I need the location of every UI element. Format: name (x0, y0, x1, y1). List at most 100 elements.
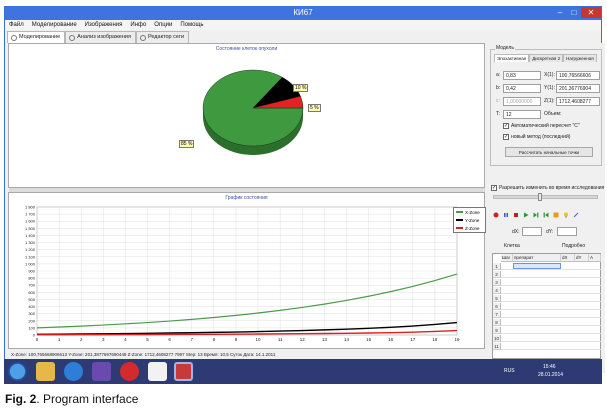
table-row-header[interactable]: 6 (493, 303, 501, 310)
auto-recalc-checkbox[interactable]: ✓ Автоматический пересчет "C" (503, 123, 580, 129)
table-row[interactable] (501, 287, 601, 294)
table-row[interactable] (501, 343, 601, 350)
legend-item-z: Z-Zone (454, 224, 485, 232)
opera-icon[interactable] (120, 362, 139, 381)
x-tick-label: 19 (454, 337, 460, 342)
wand-icon[interactable] (573, 212, 579, 218)
figure-caption-text: . Program interface (36, 392, 139, 406)
subtab-discrete[interactable]: Дискретная 2 (529, 54, 564, 62)
menu-file[interactable]: Файл (9, 20, 24, 30)
field-b[interactable]: 0,42 (503, 84, 541, 93)
table-row[interactable] (501, 263, 601, 270)
y-tick-label: 1 500 (25, 226, 36, 231)
table-row-header[interactable]: 2 (493, 271, 501, 278)
x-tick-label: 16 (388, 337, 394, 342)
menu-info[interactable]: Инфо (130, 20, 146, 30)
lightbulb-icon[interactable] (563, 212, 569, 218)
field-c[interactable]: 1,00000000 (503, 97, 541, 106)
menu-help[interactable]: Помощь (180, 20, 203, 30)
language-indicator[interactable]: RUS (504, 368, 515, 374)
field-y1[interactable]: 201,36776904 (556, 84, 600, 93)
file-explorer-icon[interactable] (36, 362, 55, 381)
table-header-drug[interactable]: препарат (513, 254, 561, 262)
field-label-t: T: (496, 111, 500, 117)
main-tabs: Моделирование Анализ изображения Редакто… (7, 31, 190, 43)
cell-group-title: Клетка (504, 243, 520, 249)
x-tick-label: 6 (168, 337, 171, 342)
table-header-step[interactable]: Шаг (501, 254, 513, 262)
table-row[interactable] (501, 319, 601, 326)
tab-label: Моделирование (19, 34, 61, 40)
internet-explorer-icon[interactable] (64, 362, 83, 381)
step-icon[interactable] (533, 212, 539, 218)
table-row[interactable] (501, 303, 601, 310)
clock-date[interactable]: 28.01.2014 (538, 372, 563, 378)
field-t[interactable]: 12 (503, 110, 541, 119)
table-row[interactable] (501, 335, 601, 342)
reset-points-button[interactable]: Рассчитать начальные точки (505, 147, 593, 157)
dy-field[interactable] (557, 227, 577, 236)
document-icon[interactable] (148, 362, 167, 381)
legend-swatch-y (456, 219, 463, 221)
table-header-a[interactable]: A (589, 254, 601, 262)
maximize-button[interactable]: □ (567, 7, 581, 18)
clock-time[interactable]: 15:46 (543, 364, 556, 370)
speed-slider[interactable] (493, 195, 598, 199)
pie-label-red: 5 % (308, 104, 321, 112)
slider-thumb[interactable] (538, 193, 542, 201)
right-panel: Модель Эпохактивная Дискретная 2 Нагруже… (488, 43, 605, 373)
table-row-header[interactable]: 8 (493, 319, 501, 326)
table-row[interactable] (501, 311, 601, 318)
close-button[interactable]: ✕ (581, 7, 601, 18)
rewind-icon[interactable] (543, 212, 549, 218)
menu-images[interactable]: Изображения (85, 20, 123, 30)
record-icon[interactable] (493, 212, 499, 218)
tab-image-analysis[interactable]: Анализ изображения (65, 31, 136, 43)
play-icon[interactable] (523, 212, 529, 218)
table-row-header[interactable]: 1 (493, 263, 501, 270)
pause-icon[interactable] (503, 212, 509, 218)
field-label-volume: Объем: (544, 111, 562, 117)
menu-modeling[interactable]: Моделирование (32, 20, 77, 30)
windows-start-icon[interactable] (8, 362, 27, 381)
checkbox-checked: ✓ (503, 123, 509, 129)
dx-field[interactable] (522, 227, 542, 236)
table-row[interactable] (501, 279, 601, 286)
table-header-dx[interactable]: dX (561, 254, 575, 262)
table-row[interactable] (501, 327, 601, 334)
table-row-header[interactable]: 7 (493, 311, 501, 318)
visual-studio-icon[interactable] (92, 362, 111, 381)
x-tick-label: 14 (344, 337, 350, 342)
tab-editor[interactable]: Редактор сеги (135, 31, 190, 43)
table-header-dy[interactable]: dY (575, 254, 589, 262)
field-x1[interactable]: 100,76566606 (556, 71, 600, 80)
table-row-header[interactable]: 5 (493, 295, 501, 302)
x-tick-label: 10 (256, 337, 262, 342)
x-tick-label: 7 (190, 337, 193, 342)
title-bar[interactable]: КИ67 – □ ✕ (5, 7, 601, 20)
y-tick-label: 1 600 (25, 219, 36, 224)
field-z1[interactable]: 1712,4608277 (556, 97, 600, 106)
x-tick-label: 18 (432, 337, 438, 342)
y-tick-label: 200 (28, 318, 35, 323)
minimize-button[interactable]: – (553, 7, 567, 18)
app-icon[interactable] (174, 362, 193, 381)
subtab-loaded[interactable]: Нагруженная (563, 54, 597, 62)
tab-modeling[interactable]: Моделирование (7, 31, 66, 43)
dy-label: dY: (546, 229, 554, 235)
table-row-header[interactable]: 10 (493, 335, 501, 342)
table-row[interactable] (501, 271, 601, 278)
table-row-header[interactable]: 9 (493, 327, 501, 334)
table-row-header[interactable]: 11 (493, 343, 501, 350)
save-icon[interactable] (553, 212, 559, 218)
menu-options[interactable]: Опции (154, 20, 172, 30)
x-tick-label: 5 (146, 337, 149, 342)
field-a[interactable]: 0,83 (503, 71, 541, 80)
table-row-header[interactable]: 3 (493, 279, 501, 286)
table-row[interactable] (501, 295, 601, 302)
allow-change-checkbox[interactable]: ✓ Разрешить изменить во время исследован… (491, 185, 604, 191)
stop-icon[interactable] (513, 212, 519, 218)
table-row-header[interactable]: 4 (493, 287, 501, 294)
subtab-continuous[interactable]: Эпохактивная (494, 54, 530, 62)
new-method-checkbox[interactable]: ✓ новый метод (последний) (503, 134, 570, 140)
